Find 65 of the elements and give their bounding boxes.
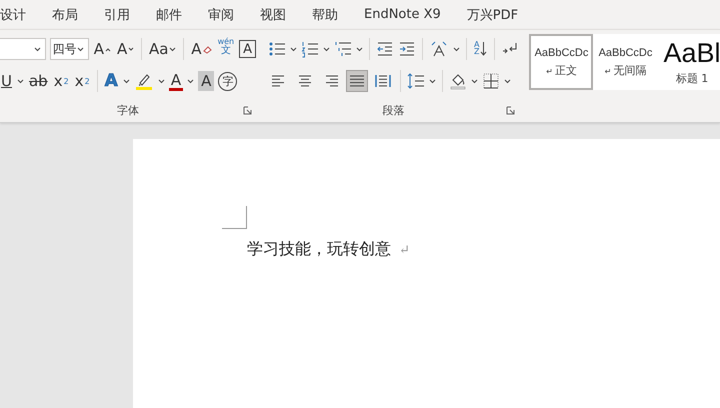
text-direction-icon[interactable] — [429, 40, 449, 58]
bullet-list-icon[interactable] — [268, 40, 286, 58]
superscript-button[interactable]: x$^{2}$ — [74, 70, 91, 92]
phonetic-guide-button[interactable]: wén 文 — [216, 38, 236, 60]
caret-icon[interactable] — [323, 46, 330, 52]
caret-icon[interactable] — [16, 78, 24, 84]
line-spacing-icon[interactable] — [407, 72, 425, 90]
ribbon-tab[interactable]: 邮件 — [156, 6, 194, 24]
caret-icon[interactable] — [429, 78, 436, 84]
grow-font-button[interactable]: A — [92, 38, 112, 60]
change-case-button[interactable]: Aa — [148, 38, 178, 60]
align-lines-icon — [296, 73, 314, 89]
decrease-indent-icon[interactable] — [376, 40, 394, 58]
font-size-field[interactable]: 四号 — [50, 38, 89, 60]
dialog-launcher-icon[interactable] — [243, 106, 252, 115]
borders-icon[interactable] — [482, 72, 500, 90]
caret-icon[interactable] — [122, 78, 130, 84]
eraser-icon — [202, 44, 212, 54]
caret-icon[interactable] — [453, 46, 460, 52]
sort-button[interactable]: A Z — [473, 38, 488, 60]
group-label: 段落 — [382, 102, 405, 118]
ribbon-tab[interactable]: 审阅 — [208, 6, 246, 24]
caret-icon[interactable] — [504, 78, 511, 84]
ribbon-tab[interactable]: 帮助 — [312, 6, 350, 24]
caret-icon[interactable] — [290, 46, 297, 52]
group-label: 字体 — [117, 102, 139, 118]
numbered-list-icon[interactable] — [301, 40, 319, 58]
ribbon-tab[interactable]: 引用 — [104, 6, 142, 24]
multilevel-list-icon[interactable] — [334, 40, 352, 58]
align-lines-icon — [348, 73, 366, 89]
enclose-characters-button[interactable]: 字 — [218, 72, 238, 90]
caret-icon — [34, 46, 41, 52]
dialog-launcher-icon[interactable] — [506, 106, 516, 115]
caret-icon[interactable] — [158, 78, 165, 84]
document-paragraph: 学习技能，玩转创意 ↵ — [247, 239, 411, 260]
caret-up-icon — [104, 46, 111, 52]
text-effects-button[interactable]: A — [104, 70, 119, 92]
caret-icon[interactable] — [471, 78, 478, 84]
caret-icon[interactable] — [356, 46, 363, 52]
paint-bucket-icon[interactable] — [449, 72, 467, 90]
strikethrough-button[interactable]: ab — [28, 70, 49, 92]
clear-formatting-button[interactable]: A — [190, 38, 213, 60]
alignment-button[interactable] — [346, 70, 368, 92]
ribbon-tab[interactable]: 布局 — [52, 6, 90, 24]
increase-indent-icon[interactable] — [398, 40, 416, 58]
caret-icon — [169, 46, 176, 52]
ribbon-tab[interactable]: 视图 — [260, 6, 298, 24]
character-shading-button[interactable]: A — [198, 71, 214, 91]
font-color-button[interactable]: A — [168, 71, 184, 91]
style-option[interactable]: AaBbCcDc ↵ 无间隔 — [593, 34, 658, 90]
underline-button[interactable]: U — [0, 70, 13, 92]
margin-corner-mark — [222, 206, 247, 229]
caret-icon — [76, 46, 84, 52]
shrink-font-button[interactable]: A — [116, 38, 136, 60]
caret-icon[interactable] — [187, 78, 194, 84]
style-option[interactable]: AaBbCcDc ↵ 正文 — [529, 34, 594, 90]
arrow-down-icon — [480, 41, 488, 57]
ribbon-tab[interactable]: 设计 — [0, 6, 38, 24]
ribbon-tab[interactable]: EndNote X9 — [364, 7, 453, 22]
align-lines-icon — [374, 73, 392, 89]
style-option[interactable]: AaBl 标题 1 — [657, 34, 720, 90]
ribbon-tab[interactable]: 万兴PDF — [466, 6, 530, 24]
font-name-field[interactable] — [0, 38, 46, 60]
caret-icon — [128, 46, 134, 52]
character-border-button[interactable]: A — [239, 40, 256, 58]
